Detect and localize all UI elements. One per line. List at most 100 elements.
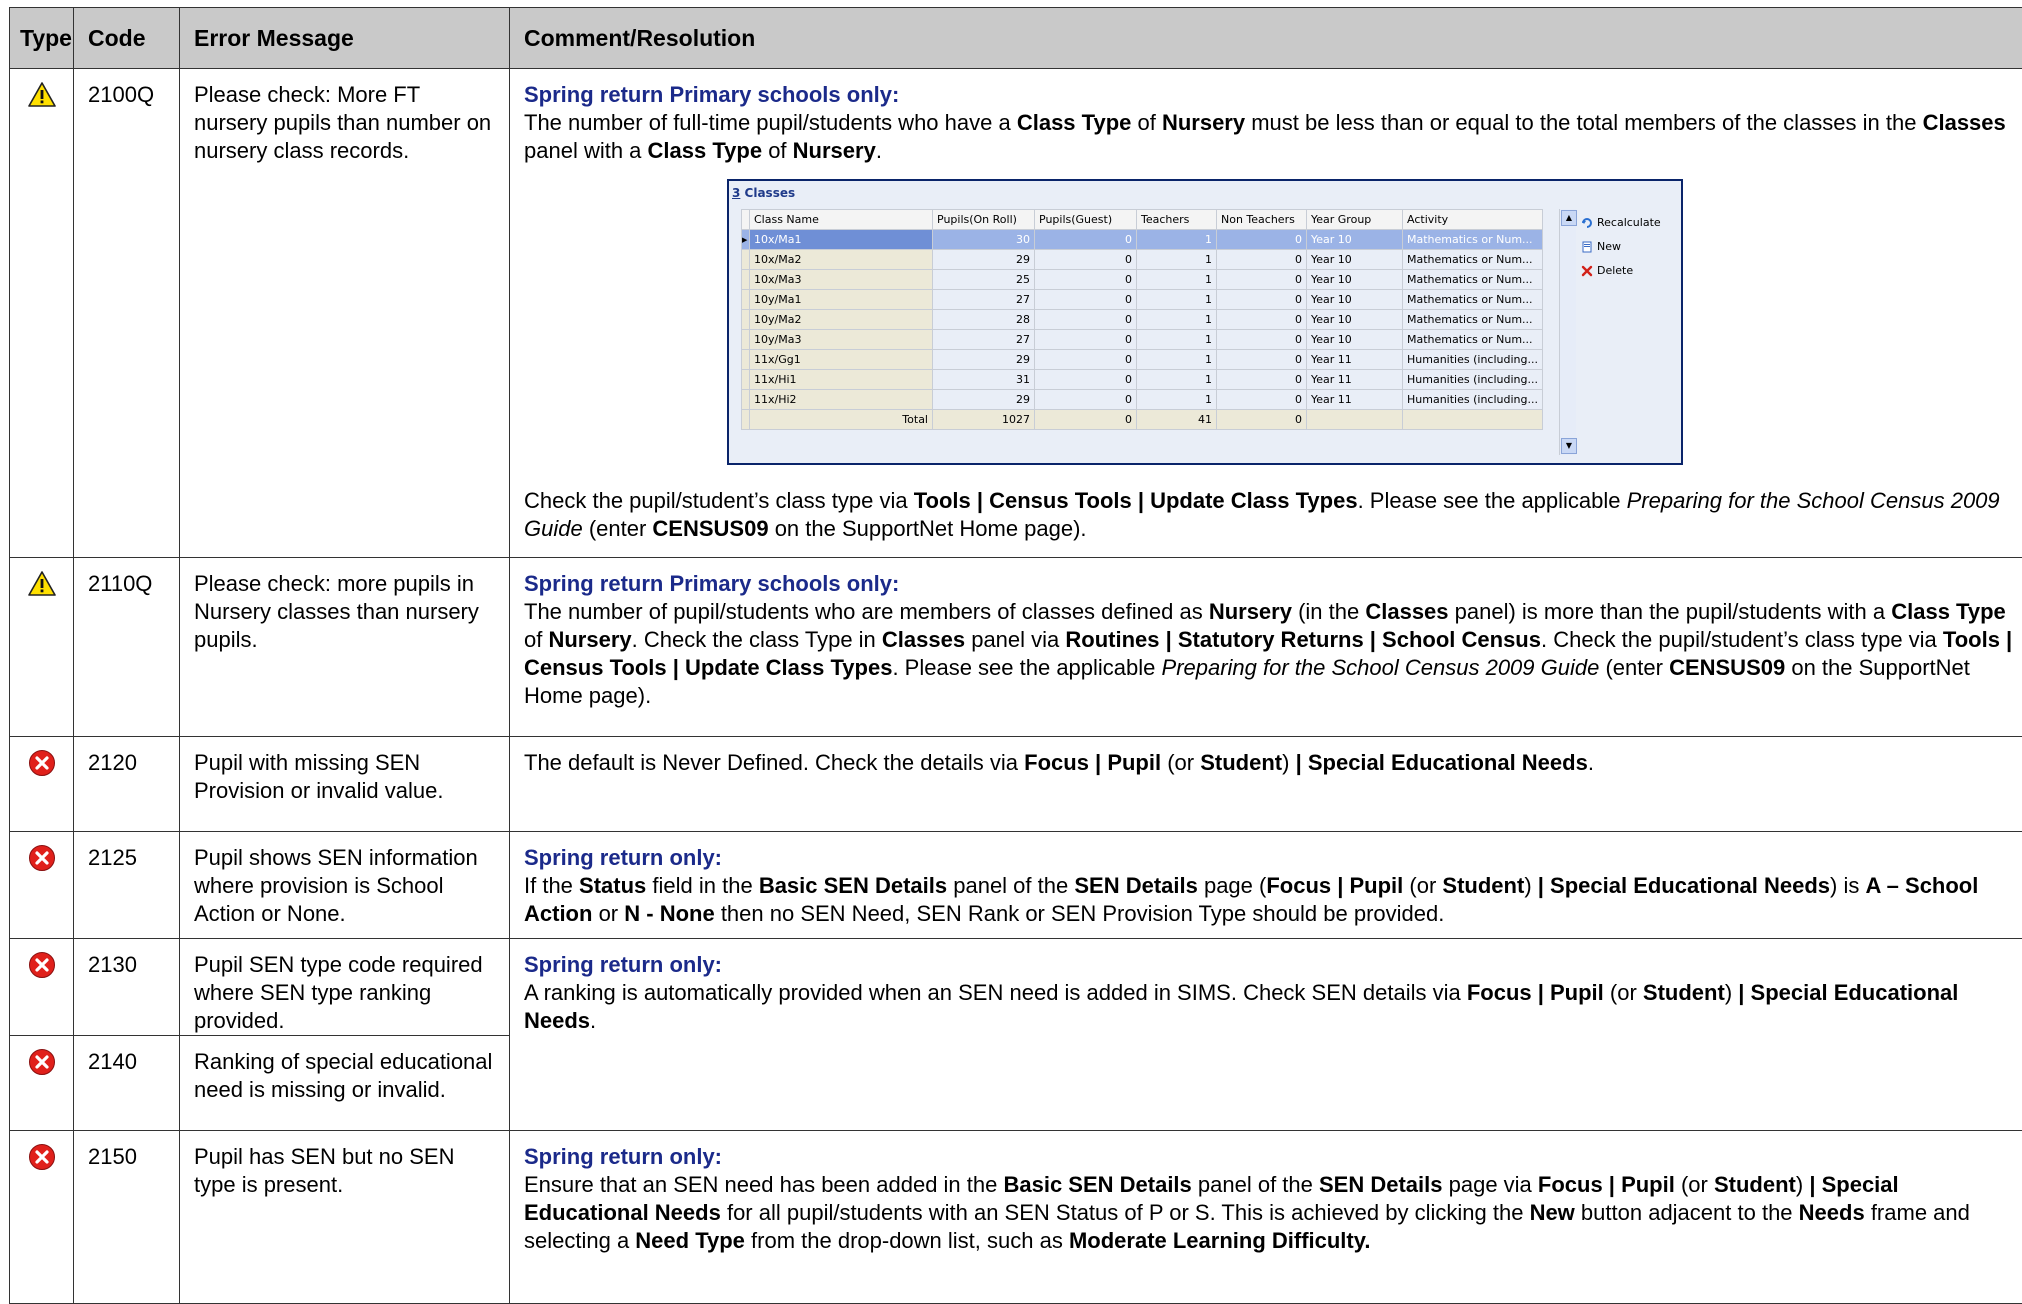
pupils-on-roll-cell[interactable]: 25: [933, 270, 1035, 290]
pupils-on-roll-cell[interactable]: 27: [933, 290, 1035, 310]
activity-cell[interactable]: Mathematics or Num...: [1403, 310, 1543, 330]
classes-row[interactable]: 10y/Ma228010Year 10Mathematics or Num...: [742, 310, 1543, 330]
classes-row[interactable]: 11x/Hi131010Year 11Humanities (including…: [742, 370, 1543, 390]
non-teachers-cell[interactable]: 0: [1217, 230, 1307, 250]
pupils-on-roll-cell[interactable]: 29: [933, 250, 1035, 270]
year-group-cell[interactable]: Year 10: [1307, 310, 1403, 330]
message-cell: Pupil shows SEN information where provis…: [180, 832, 510, 939]
comment-heading: Spring return only:: [524, 844, 2022, 872]
teachers-cell[interactable]: 1: [1137, 250, 1217, 270]
classes-scrollbar[interactable]: ▲ ▼: [1559, 209, 1576, 455]
teachers-cell[interactable]: 1: [1137, 370, 1217, 390]
classes-row[interactable]: 10y/Ma127010Year 10Mathematics or Num...: [742, 290, 1543, 310]
classes-row[interactable]: ▶10x/Ma130010Year 10Mathematics or Num..…: [742, 230, 1543, 250]
class-name-cell[interactable]: 10x/Ma3: [750, 270, 933, 290]
activity-cell[interactable]: Mathematics or Num...: [1403, 290, 1543, 310]
row-selector[interactable]: [742, 250, 750, 270]
activity-cell[interactable]: Mathematics or Num...: [1403, 250, 1543, 270]
pupils-on-roll-cell[interactable]: 29: [933, 390, 1035, 410]
row-selector[interactable]: [742, 370, 750, 390]
non-teachers-cell[interactable]: 0: [1217, 250, 1307, 270]
non-teachers-cell[interactable]: 0: [1217, 270, 1307, 290]
year-group-cell[interactable]: Year 11: [1307, 390, 1403, 410]
pupils-on-roll-cell[interactable]: 30: [933, 230, 1035, 250]
class-name-cell[interactable]: 10x/Ma2: [750, 250, 933, 270]
activity-cell[interactable]: Humanities (including...: [1403, 390, 1543, 410]
col-year-group[interactable]: Year Group: [1307, 210, 1403, 230]
pupils-guest-cell[interactable]: 0: [1035, 290, 1137, 310]
non-teachers-cell[interactable]: 0: [1217, 330, 1307, 350]
activity-cell[interactable]: Mathematics or Num...: [1403, 330, 1543, 350]
pupils-guest-cell[interactable]: 0: [1035, 310, 1137, 330]
class-name-cell[interactable]: 11x/Gg1: [750, 350, 933, 370]
teachers-cell[interactable]: 1: [1137, 270, 1217, 290]
teachers-cell[interactable]: 1: [1137, 310, 1217, 330]
row-selector[interactable]: [742, 330, 750, 350]
year-group-cell[interactable]: Year 10: [1307, 270, 1403, 290]
pupils-guest-cell[interactable]: 0: [1035, 370, 1137, 390]
class-name-cell[interactable]: 11x/Hi2: [750, 390, 933, 410]
row-selector[interactable]: [742, 350, 750, 370]
teachers-cell[interactable]: 1: [1137, 330, 1217, 350]
activity-cell[interactable]: Mathematics or Num...: [1403, 270, 1543, 290]
col-non-teachers[interactable]: Non Teachers: [1217, 210, 1307, 230]
activity-cell[interactable]: Mathematics or Num...: [1403, 230, 1543, 250]
new-button[interactable]: New: [1581, 235, 1661, 259]
pupils-on-roll-cell[interactable]: 29: [933, 350, 1035, 370]
class-name-cell[interactable]: 10y/Ma2: [750, 310, 933, 330]
col-pupils-guest[interactable]: Pupils(Guest): [1035, 210, 1137, 230]
non-teachers-cell[interactable]: 0: [1217, 310, 1307, 330]
year-group-cell[interactable]: Year 11: [1307, 370, 1403, 390]
non-teachers-cell[interactable]: 0: [1217, 370, 1307, 390]
pupils-guest-cell[interactable]: 0: [1035, 270, 1137, 290]
pupils-on-roll-cell[interactable]: 31: [933, 370, 1035, 390]
pupils-on-roll-cell[interactable]: 28: [933, 310, 1035, 330]
pupils-guest-cell[interactable]: 0: [1035, 230, 1137, 250]
delete-button[interactable]: Delete: [1581, 259, 1661, 283]
pupils-on-roll-cell[interactable]: 27: [933, 330, 1035, 350]
row-selector[interactable]: [742, 290, 750, 310]
comment-cell: Spring return Primary schools only: The …: [510, 69, 2022, 558]
year-group-cell[interactable]: Year 10: [1307, 330, 1403, 350]
activity-cell[interactable]: Humanities (including...: [1403, 370, 1543, 390]
year-group-cell[interactable]: Year 10: [1307, 230, 1403, 250]
classes-row[interactable]: 10y/Ma327010Year 10Mathematics or Num...: [742, 330, 1543, 350]
row-selector[interactable]: [742, 390, 750, 410]
scroll-up-icon[interactable]: ▲: [1561, 210, 1577, 226]
teachers-cell[interactable]: 1: [1137, 290, 1217, 310]
classes-row[interactable]: 10x/Ma325010Year 10Mathematics or Num...: [742, 270, 1543, 290]
col-pupils-on-roll[interactable]: Pupils(On Roll): [933, 210, 1035, 230]
col-activity[interactable]: Activity: [1403, 210, 1543, 230]
non-teachers-cell[interactable]: 0: [1217, 350, 1307, 370]
scroll-down-icon[interactable]: ▼: [1561, 438, 1577, 454]
pupils-guest-cell[interactable]: 0: [1035, 250, 1137, 270]
classes-row[interactable]: 11x/Hi229010Year 11Humanities (including…: [742, 390, 1543, 410]
non-teachers-cell[interactable]: 0: [1217, 290, 1307, 310]
row-selector[interactable]: [742, 310, 750, 330]
recalculate-button[interactable]: Recalculate: [1581, 211, 1661, 235]
year-group-cell[interactable]: Year 10: [1307, 290, 1403, 310]
col-class-name[interactable]: Class Name: [750, 210, 933, 230]
class-name-cell[interactable]: 11x/Hi1: [750, 370, 933, 390]
row-selector[interactable]: [742, 270, 750, 290]
pupils-guest-cell[interactable]: 0: [1035, 330, 1137, 350]
type-cell: [10, 558, 74, 737]
class-name-cell[interactable]: 10y/Ma1: [750, 290, 933, 310]
row-selector-icon[interactable]: ▶: [742, 230, 750, 250]
comment-cell: The default is Never Defined. Check the …: [510, 737, 2022, 832]
year-group-cell[interactable]: Year 11: [1307, 350, 1403, 370]
classes-row[interactable]: 11x/Gg129010Year 11Humanities (including…: [742, 350, 1543, 370]
teachers-cell[interactable]: 1: [1137, 230, 1217, 250]
class-name-cell[interactable]: 10x/Ma1: [750, 230, 933, 250]
classes-screenshot: 3 Classes Class Name Pupils(On Roll) Pup…: [524, 173, 2022, 481]
non-teachers-cell[interactable]: 0: [1217, 390, 1307, 410]
classes-row[interactable]: 10x/Ma229010Year 10Mathematics or Num...: [742, 250, 1543, 270]
class-name-cell[interactable]: 10y/Ma3: [750, 330, 933, 350]
col-teachers[interactable]: Teachers: [1137, 210, 1217, 230]
year-group-cell[interactable]: Year 10: [1307, 250, 1403, 270]
teachers-cell[interactable]: 1: [1137, 350, 1217, 370]
pupils-guest-cell[interactable]: 0: [1035, 390, 1137, 410]
teachers-cell[interactable]: 1: [1137, 390, 1217, 410]
activity-cell[interactable]: Humanities (including...: [1403, 350, 1543, 370]
pupils-guest-cell[interactable]: 0: [1035, 350, 1137, 370]
